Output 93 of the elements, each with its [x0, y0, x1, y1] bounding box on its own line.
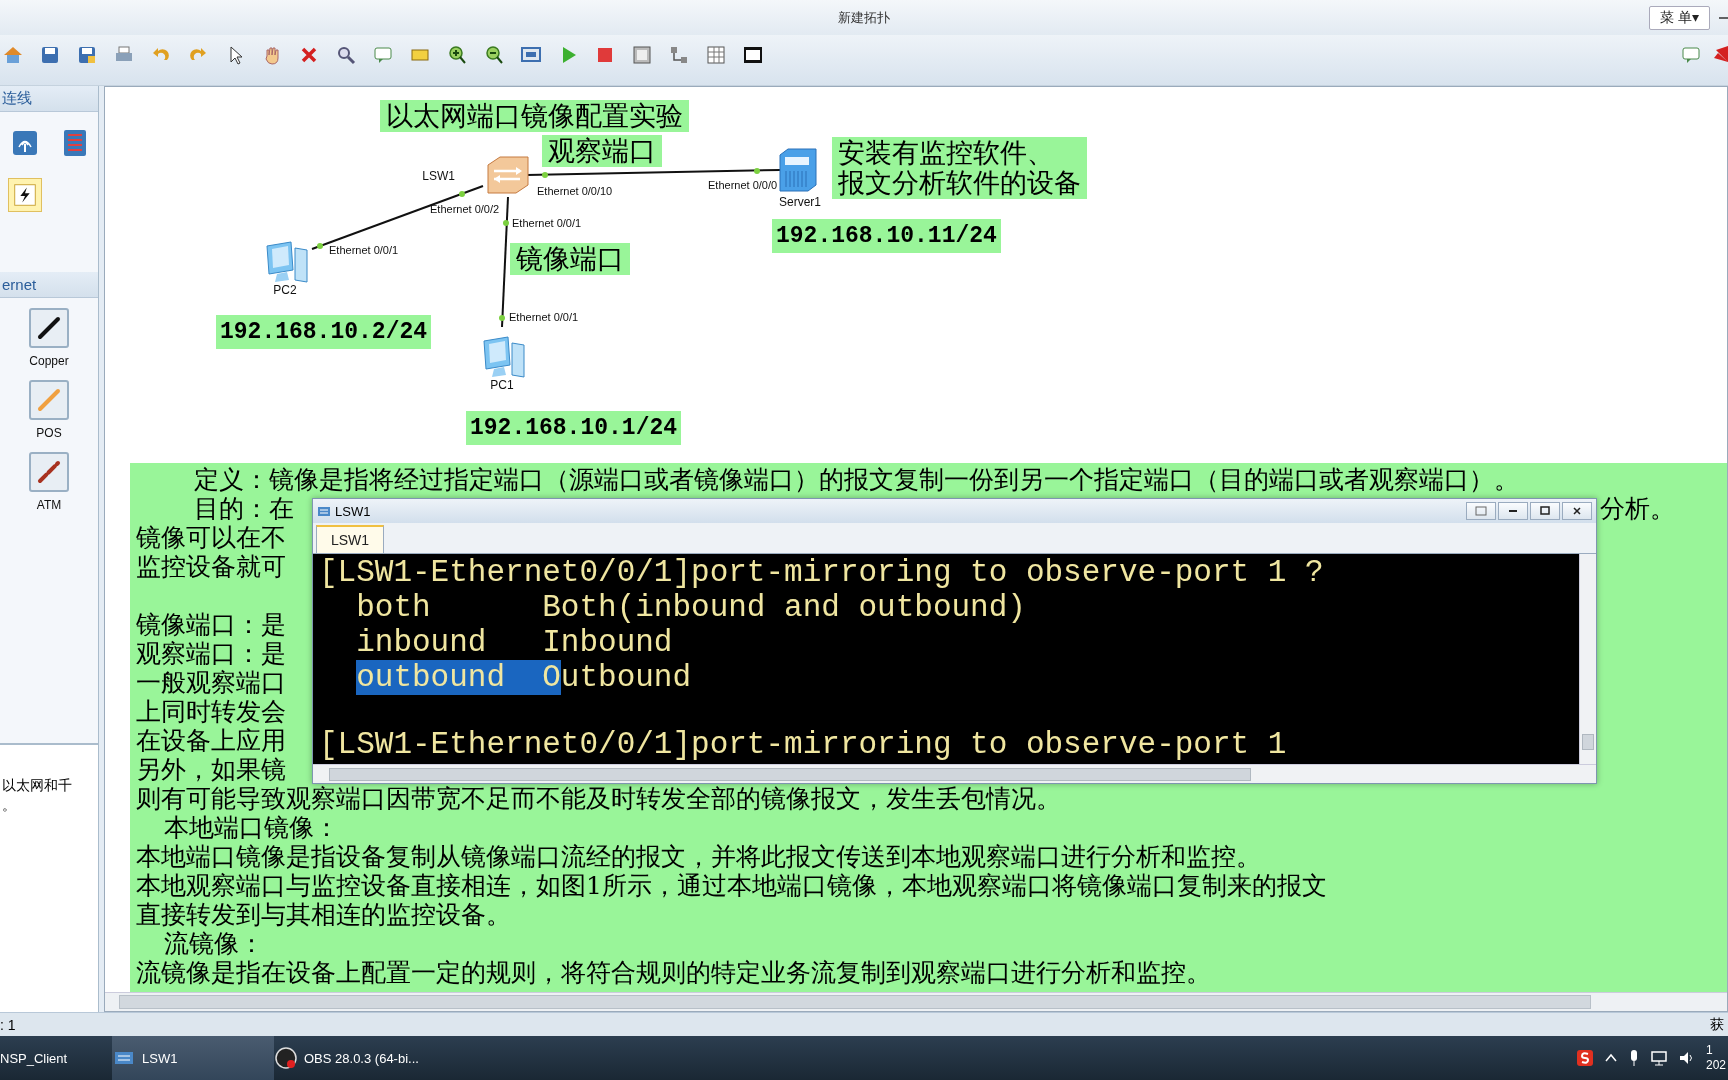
cable-icon: [35, 386, 63, 414]
minimize-icon: [1508, 510, 1518, 512]
port-dot: [542, 172, 548, 178]
taskbar-item[interactable]: LSW1: [112, 1036, 274, 1080]
selected-text: outbound O: [356, 660, 561, 695]
cable-label: POS: [36, 426, 62, 440]
taskbar-item[interactable]: NSP_Client: [0, 1036, 112, 1080]
port-dot: [317, 243, 323, 249]
scrollbar-thumb[interactable]: [329, 767, 1251, 781]
text-line: 本地观察端口与监控设备直接相连，如图1所示，通过本地端口镜像，本地观察端口将镜像端口复制来的报文: [136, 871, 1327, 900]
panel-header: ernet: [2, 276, 37, 293]
text-note: 以太网端口镜像配置实验: [380, 100, 689, 132]
port-dot: [754, 168, 760, 174]
text-line: 流镜像：: [164, 929, 264, 958]
zoom-in-icon[interactable]: [446, 43, 468, 66]
console-line: [LSW1-Ethernet0/0/1]port-mirroring to observe-port 1: [319, 727, 1287, 762]
clock-time: 1: [1705, 1043, 1714, 1058]
console-area[interactable]: [LSW1-Ethernet0/0/1]port-mirroring to observe-port 1 ? both Both(inbound and outbound) inbound Inbound outbound Outbound [LSW1-Ethernet0/0/1]port-mirroring to observe-port 1: [313, 554, 1579, 764]
console-line: inbound Inbound: [356, 625, 673, 660]
window-icon[interactable]: [631, 43, 653, 66]
switch-icon[interactable]: [486, 155, 530, 195]
port-dot: [499, 315, 505, 321]
port-dot: [503, 220, 509, 226]
text-line: 本地端口镜像：: [164, 813, 339, 842]
input-method-icon[interactable]: [1575, 1049, 1594, 1067]
text-line: 一般观察端口: [136, 668, 286, 697]
text-line: 观察端口：是: [136, 639, 286, 668]
menu-button[interactable]: 菜 单▾: [1649, 5, 1710, 30]
close-button[interactable]: [1562, 502, 1592, 520]
window-title: LSW1: [335, 503, 371, 519]
text-line: 直接转发到与其相连的监控设备。: [136, 900, 511, 929]
text-line: 分析。: [1600, 494, 1675, 523]
text-line: 则有可能导致观察端口因带宽不足而不能及时转发全部的镜像报文，发生丢包情况。: [136, 784, 1061, 813]
text-line: 在设备上应用: [136, 726, 286, 755]
terminal-tab[interactable]: LSW1: [316, 525, 385, 553]
device-label: PC1: [490, 378, 514, 392]
description-text: 以太网和千: [2, 776, 73, 795]
text-line: 另外，如果镜: [136, 755, 286, 784]
clock-date: 202: [1705, 1058, 1726, 1073]
taskbar-item[interactable]: OBS 28.0.3 (64-bi...: [274, 1036, 436, 1080]
description-text: 。: [2, 796, 17, 815]
network-icon[interactable]: [1649, 1049, 1668, 1067]
device-label: PC2: [273, 283, 297, 297]
grid-icon[interactable]: [705, 43, 727, 66]
text-line: 监控设备就可: [136, 552, 286, 581]
text-line: 流镜像是指在设备上配置一定的规则，将符合规则的特定业务流复制到观察端口进行分析和监控。: [136, 958, 1211, 987]
ip-address-note: 192.168.10.11/24: [772, 219, 1001, 253]
cable-icon: [35, 458, 63, 486]
text-line: 目的：在: [194, 494, 294, 523]
restore-icon: [1475, 506, 1487, 516]
cable-icon: [35, 314, 63, 342]
maximize-button[interactable]: [1530, 502, 1560, 520]
scrollbar-thumb[interactable]: [1582, 734, 1594, 750]
port-label: Ethernet 0/0/10: [537, 185, 613, 197]
port-label: Ethernet 0/0/2: [430, 203, 500, 215]
text-line: 镜像可以在不: [136, 523, 286, 552]
text-line: 本地端口镜像是指设备复制从镜像端口流经的报文，并将此报文传送到本地观察端口进行分析和监控。: [136, 842, 1261, 871]
ip-address-note: 192.168.10.2/24: [216, 315, 432, 349]
switch-icon: [317, 504, 331, 518]
port-label: Ethernet 0/0/1: [329, 244, 399, 256]
status-text: : 1: [0, 1016, 16, 1033]
port-dot: [459, 191, 465, 197]
text-line: 定义：镜像是指将经过指定端口（源端口或者镜像端口）的报文复制一份到另一个指定端口（目的端口或者观察端口）。: [194, 465, 1519, 494]
console-line: utbound: [560, 660, 692, 695]
cable-label: Copper: [29, 354, 69, 368]
text-line: 上同时转发会: [136, 697, 286, 726]
text-note: 观察端口: [542, 135, 662, 167]
cable-button[interactable]: [29, 308, 69, 348]
console-line: both Both(inbound and outbound): [356, 590, 1026, 625]
status-text: 获: [1710, 1015, 1724, 1034]
scrollbar-thumb[interactable]: [119, 995, 1591, 1009]
maximize-icon: [1540, 506, 1550, 516]
zoom-out-icon[interactable]: [483, 43, 505, 66]
close-icon: [1572, 506, 1582, 516]
console-line: [LSW1-Ethernet0/0/1]port-mirroring to observe-port 1 ?: [319, 555, 1324, 590]
minimize-button[interactable]: [1498, 502, 1528, 520]
port-label: Ethernet 0/0/0: [708, 179, 778, 191]
text-note: 镜像端口: [510, 243, 630, 275]
server-icon[interactable]: [778, 147, 818, 193]
text-line: 镜像端口：是: [136, 610, 286, 639]
port-label: Ethernet 0/0/1: [509, 311, 579, 323]
device-label: LSW1: [422, 169, 455, 183]
computer-icon[interactable]: [480, 335, 528, 381]
panel-header: 连线: [2, 89, 32, 108]
ip-address-note: 192.168.10.1/24: [466, 411, 682, 445]
record-icon: [274, 1046, 298, 1070]
lightning-icon[interactable]: [8, 178, 42, 212]
device-label: Server1: [779, 195, 821, 209]
cable-label: ATM: [36, 498, 62, 512]
window-title: 新建拓扑: [838, 8, 890, 27]
port-label: Ethernet 0/0/1: [512, 217, 582, 229]
text-note: 安装有监控软件、 报文分析软件的设备: [832, 137, 1087, 199]
computer-icon[interactable]: [263, 240, 311, 286]
